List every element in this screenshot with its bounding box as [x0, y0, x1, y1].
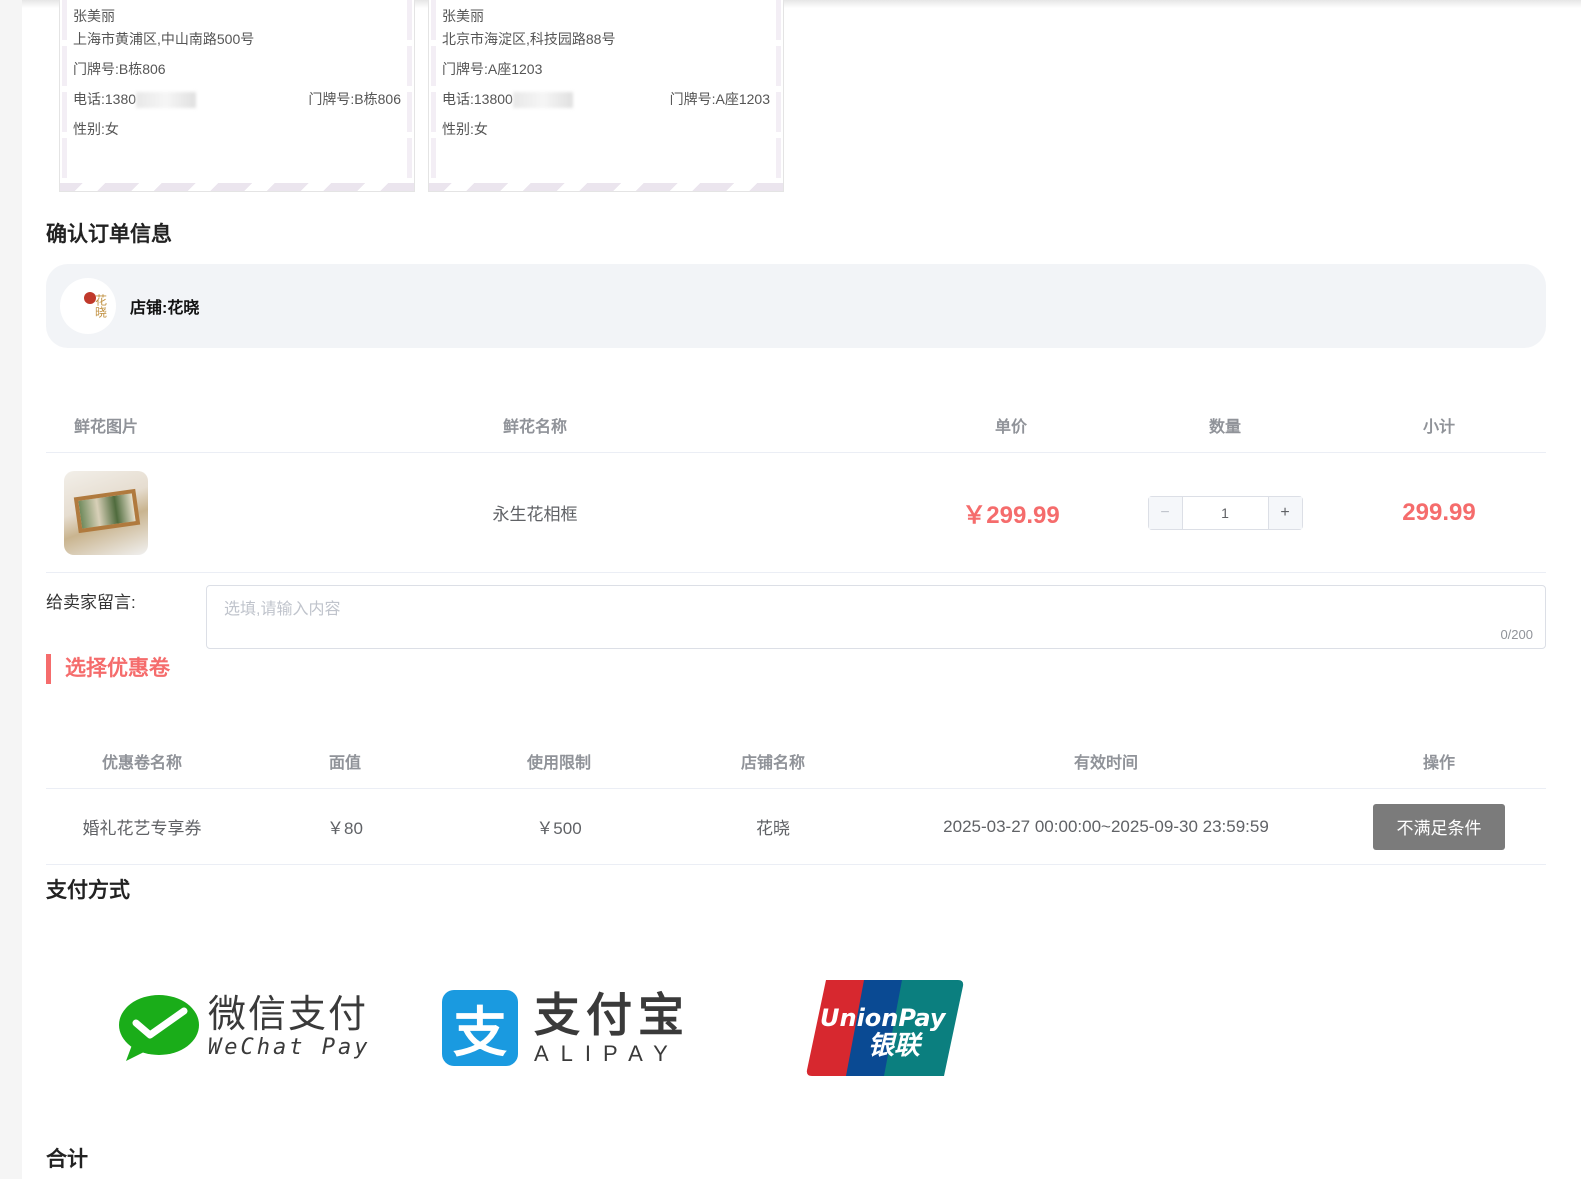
wechat-pay-option[interactable]: 微信支付 WeChat Pay [118, 975, 370, 1080]
shop-bar: 花晓 店铺:花晓 [46, 264, 1546, 348]
col-shop: 店铺名称 [740, 754, 805, 772]
address-gender: 性别:女 [442, 121, 488, 137]
envelope-stripe [60, 183, 414, 191]
payment-title: 支付方式 [46, 879, 130, 902]
phone-mask [136, 92, 197, 109]
quantity-input[interactable]: 1 [1183, 497, 1268, 529]
address-line: 北京市海淀区,科技园路88号 [442, 31, 616, 47]
col-image: 鲜花图片 [73, 418, 138, 436]
col-quantity: 数量 [1208, 418, 1241, 436]
alipay-en: ALIPAY [534, 1040, 680, 1066]
address-gender: 性别:女 [73, 121, 119, 137]
quantity-stepper: − 1 + [1147, 495, 1303, 530]
address-phone: 电话:1380 [73, 84, 197, 114]
product-table-header: 鲜花图片 鲜花名称 单价 数量 小计 [46, 397, 1546, 453]
shop-logo: 花晓 [60, 278, 116, 334]
phone-mask [512, 92, 573, 109]
rose-icon [84, 292, 96, 304]
frame-graphic [73, 488, 141, 533]
coupon-limit: ￥500 [536, 819, 582, 838]
total-title: 合计 [46, 1148, 88, 1171]
alipay-option[interactable]: 支 支付宝 ALIPAY [442, 975, 690, 1080]
increment-button[interactable]: + [1267, 496, 1302, 529]
unionpay-en: UnionPay [820, 1004, 947, 1032]
address-name: 张美丽 [442, 8, 484, 24]
address-door: 门牌号:B栋806 [73, 61, 166, 77]
address-name: 张美丽 [73, 8, 115, 24]
coupon-title: 选择优惠卷 [46, 654, 170, 684]
col-name: 鲜花名称 [502, 418, 567, 436]
address-line: 上海市黄浦区,中山南路500号 [73, 31, 255, 47]
order-info-title: 确认订单信息 [46, 223, 172, 246]
address-card[interactable]: 张美丽 上海市黄浦区,中山南路500号 门牌号:B栋806 电话:1380 门牌… [59, 0, 415, 192]
wechat-cn: 微信支付 [208, 994, 369, 1036]
col-subtotal: 小计 [1422, 418, 1455, 436]
table-row: 婚礼花艺专享券 ￥80 ￥500 花晓 2025-03-27 00:00:00~… [46, 789, 1546, 865]
coupon-value: ￥80 [327, 819, 363, 838]
col-price: 单价 [994, 418, 1027, 436]
subtotal: 299.99 [1402, 498, 1476, 526]
product-image[interactable] [64, 470, 148, 555]
address-door-right: 门牌号:B栋806 [308, 91, 401, 107]
col-coupon-name: 优惠卷名称 [101, 754, 182, 772]
coupon-action-button[interactable]: 不满足条件 [1373, 803, 1505, 850]
left-gutter [0, 0, 22, 1179]
envelope-stripe [429, 183, 783, 191]
message-input[interactable] [207, 586, 1545, 648]
col-action: 操作 [1422, 754, 1455, 772]
shop-name[interactable]: 店铺:花晓 [130, 294, 199, 318]
col-period: 有效时间 [1073, 754, 1138, 772]
col-value: 面值 [328, 754, 361, 772]
unionpay-option[interactable]: UnionPay 银联 [806, 975, 966, 1080]
message-box: 0/200 [206, 585, 1546, 649]
coupon-name: 婚礼花艺专享券 [82, 819, 202, 838]
product-name: 永生花相框 [492, 505, 578, 524]
coupon-shop: 花晓 [756, 819, 790, 838]
unionpay-cn: 银联 [868, 1031, 924, 1061]
wechat-icon [118, 993, 200, 1063]
address-door-right: 门牌号:A座1203 [669, 91, 770, 107]
coupon-period: 2025-03-27 00:00:00~2025-09-30 23:59:59 [943, 816, 1269, 836]
col-limit: 使用限制 [526, 754, 591, 772]
message-count: 0/200 [1500, 627, 1533, 642]
unionpay-icon: UnionPay 银联 [806, 979, 964, 1076]
address-door: 门牌号:A座1203 [442, 61, 543, 77]
unit-price: ￥299.99 [962, 502, 1060, 529]
coupon-table-header: 优惠卷名称 面值 使用限制 店铺名称 有效时间 操作 [46, 733, 1546, 789]
message-label: 给卖家留言: [46, 593, 136, 612]
address-card[interactable]: 张美丽 北京市海淀区,科技园路88号 门牌号:A座1203 电话:13800 门… [428, 0, 784, 192]
wechat-en: WeChat Pay [208, 1035, 371, 1060]
alipay-icon: 支 [442, 989, 518, 1066]
decrement-button[interactable]: − [1148, 496, 1183, 529]
address-phone: 电话:13800 [442, 84, 573, 114]
table-row: 永生花相框 ￥299.99 − 1 + 299.99 [46, 453, 1546, 573]
alipay-cn: 支付宝 [534, 988, 690, 1041]
